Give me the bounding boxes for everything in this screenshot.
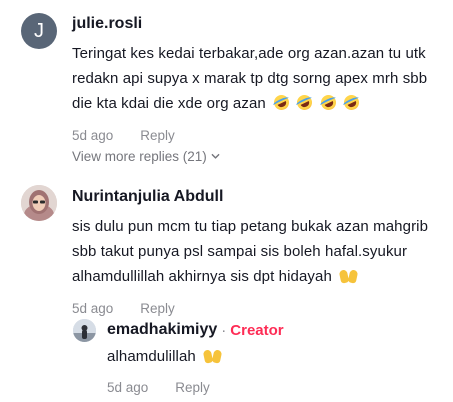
view-more-replies-button[interactable]: View more replies (21): [72, 149, 220, 164]
avatar-photo-icon: [21, 185, 57, 221]
comment-julie: J julie.rosli Teringat kes kedai terbaka…: [0, 0, 453, 145]
avatar-photo-icon: [73, 319, 96, 342]
comment-nurintanjulia: Nurintanjulia Abdull sis dulu pun mcm tu…: [0, 175, 453, 318]
reply-button[interactable]: Reply: [140, 127, 175, 145]
avatar-letter: J: [34, 19, 44, 42]
comment-line: redakn api supya x marak tp dtg sorng ap…: [72, 70, 428, 87]
reply-header: emadhakimiyy · Creator: [107, 320, 447, 340]
laugh-emoji-icon: [341, 92, 362, 113]
avatar[interactable]: [73, 319, 96, 342]
comment-line-last: alhamdullillah akhirnya sis dpt hidayah: [72, 264, 447, 289]
reply-text: alhamdulillah: [107, 344, 447, 369]
raised-hands-emoji-icon: [340, 270, 357, 283]
username[interactable]: emadhakimiyy: [107, 320, 217, 340]
avatar[interactable]: J: [21, 13, 57, 49]
reply-body: emadhakimiyy · Creator alhamdulillah 5d …: [107, 320, 447, 397]
view-more-label: View more replies (21): [72, 149, 207, 164]
chevron-down-icon: [211, 153, 220, 159]
username[interactable]: julie.rosli: [72, 14, 447, 34]
laugh-emoji-icon: [318, 92, 339, 113]
laugh-emoji-icon: [294, 92, 315, 113]
timestamp: 5d ago: [107, 380, 149, 395]
avatar[interactable]: [21, 185, 57, 221]
comment-text: Teringat kes kedai terbakar,ade org azan…: [72, 41, 447, 116]
comment-line: sis dulu pun mcm tu tiap petang bukak az…: [72, 218, 429, 235]
creator-badge: Creator: [230, 321, 284, 339]
comment-line: sbb takut punya psl sampai sis boleh haf…: [72, 243, 408, 260]
comment-line-last: die kta kdai die xde org azan: [72, 91, 447, 116]
comment-line: Teringat kes kedai terbakar,ade org azan…: [72, 45, 426, 62]
comment-line-text: alhamdullillah akhirnya sis dpt hidayah: [72, 268, 332, 285]
separator: ·: [221, 321, 227, 339]
reply-text-content: alhamdulillah: [107, 348, 196, 365]
comment-text: sis dulu pun mcm tu tiap petang bukak az…: [72, 214, 447, 289]
comment-body: Nurintanjulia Abdull sis dulu pun mcm tu…: [72, 187, 447, 318]
reply-creator: emadhakimiyy · Creator alhamdulillah 5d …: [0, 315, 453, 402]
reply-button[interactable]: Reply: [175, 379, 210, 397]
comment-line-text: die kta kdai die xde org azan: [72, 95, 266, 112]
reply-meta: 5d ago Reply: [107, 379, 447, 397]
comment-meta: 5d ago Reply: [72, 127, 447, 145]
comment-body: julie.rosli Teringat kes kedai terbakar,…: [72, 14, 447, 145]
raised-hands-emoji-icon: [204, 350, 221, 363]
laugh-emoji-icon: [271, 92, 292, 113]
timestamp: 5d ago: [72, 128, 114, 143]
username[interactable]: Nurintanjulia Abdull: [72, 187, 447, 207]
